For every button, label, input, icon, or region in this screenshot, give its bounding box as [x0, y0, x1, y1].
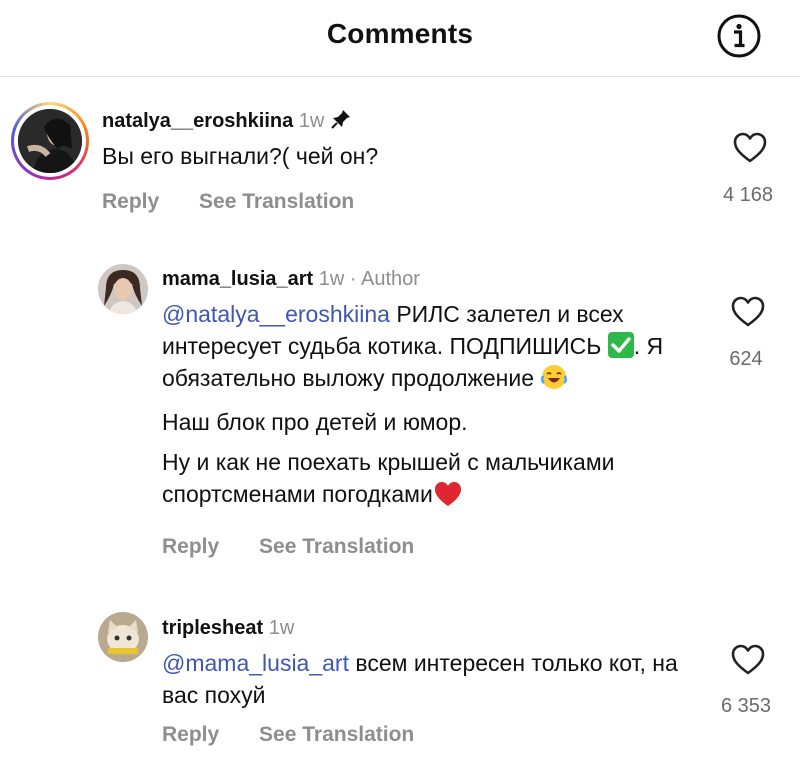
comment-time: 1w — [298, 110, 325, 132]
see-translation-button[interactable]: See Translation — [259, 535, 414, 559]
comments-header: Comments — [0, 0, 800, 77]
mention-link[interactable]: @mama_lusia_art — [162, 650, 349, 676]
heart-outline-icon[interactable] — [731, 644, 765, 676]
avatar[interactable] — [98, 264, 148, 314]
avatar — [18, 109, 82, 173]
like-count: 624 — [729, 348, 763, 370]
info-icon[interactable] — [716, 13, 762, 59]
like-count: 6 353 — [720, 695, 772, 717]
comment-username[interactable]: mama_lusia_art — [162, 268, 313, 290]
comment-time: 1w — [318, 268, 345, 290]
comment-paragraph: Ну и как не поехать крышей с мальчиками … — [162, 449, 615, 507]
comment-paragraph: Наш блок про детей и юмор. — [162, 409, 468, 435]
comment-text: @mama_lusia_art всем интересен только ко… — [162, 647, 682, 711]
comment-text: @natalya__eroshkiina РИЛС залетел и всех… — [162, 298, 702, 510]
laughing-emoji-icon — [540, 363, 568, 391]
reply-button[interactable]: Reply — [162, 535, 219, 559]
mention-link[interactable]: @natalya__eroshkiina — [162, 301, 390, 327]
comment-time: 1w — [268, 617, 295, 639]
heart-outline-icon[interactable] — [731, 296, 765, 328]
reply-button[interactable]: Reply — [102, 190, 159, 214]
check-emoji-icon — [607, 332, 634, 358]
see-translation-button[interactable]: See Translation — [199, 190, 354, 214]
see-translation-button[interactable]: See Translation — [259, 723, 414, 747]
story-ring[interactable] — [11, 102, 89, 180]
heart-outline-icon[interactable] — [733, 132, 767, 164]
reply-button[interactable]: Reply — [162, 723, 219, 747]
red-heart-emoji-icon — [433, 480, 463, 508]
like-count: 4 168 — [722, 184, 774, 206]
avatar[interactable] — [98, 612, 148, 662]
comment-text: Вы его выгнали?( чей он? — [102, 143, 379, 169]
pin-icon — [330, 108, 352, 136]
comment-username[interactable]: triplesheat — [162, 617, 263, 639]
page-title: Comments — [326, 18, 474, 49]
author-badge: · Author — [349, 268, 420, 290]
comment-username[interactable]: natalya__eroshkiina — [102, 110, 293, 132]
